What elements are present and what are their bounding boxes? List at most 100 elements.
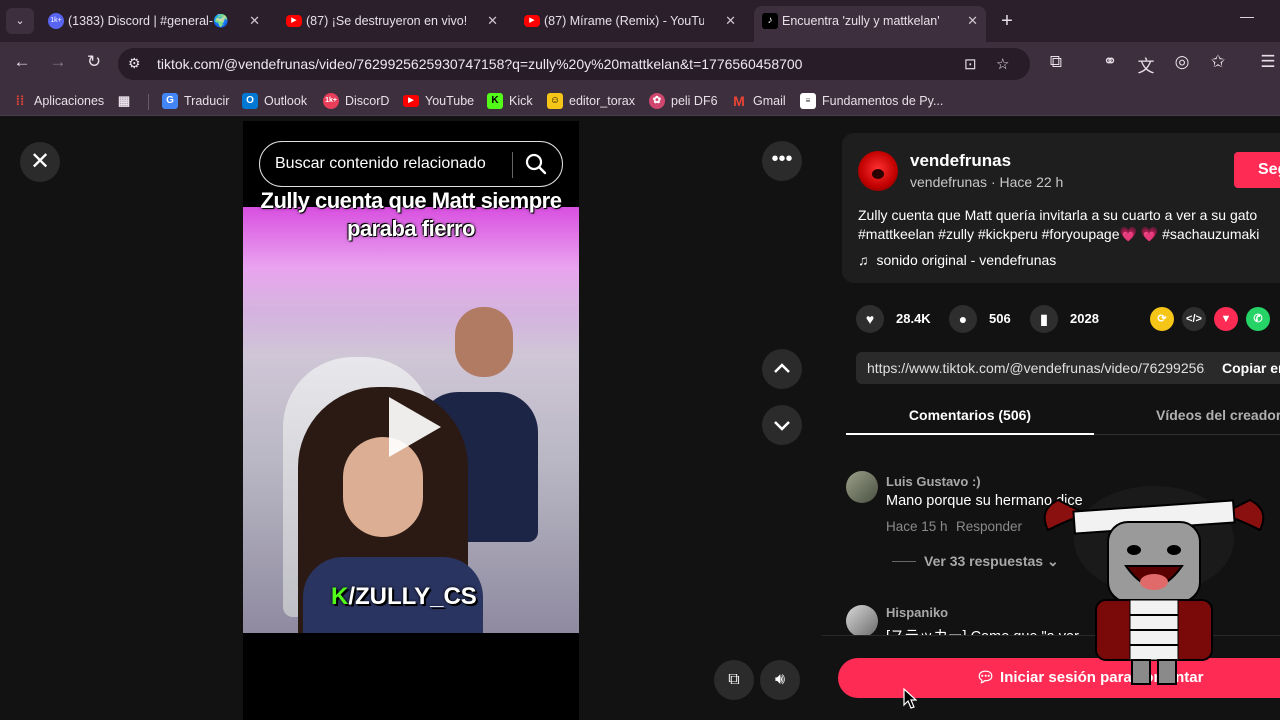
- browser-tab-tiktok-active[interactable]: ♪ Encuentra 'zully y mattkelan' en ✕: [754, 6, 986, 42]
- repost-icon[interactable]: ⟳: [1150, 307, 1174, 331]
- comments-tabs: Comentarios (506) Vídeos del creador: [846, 397, 1280, 435]
- kick-icon: K: [487, 93, 503, 109]
- close-tab-icon[interactable]: ✕: [249, 6, 260, 36]
- gmail-icon: M: [733, 93, 745, 109]
- video-player[interactable]: K/ZULLY_CS Zully cuenta que Matt siempre…: [243, 121, 579, 720]
- avatar[interactable]: [846, 471, 878, 503]
- share-link-text[interactable]: https://www.tiktok.com/@vendefrunas/vide…: [867, 360, 1205, 376]
- bookmark-traducir[interactable]: G Traducir: [162, 91, 229, 111]
- browser-tab-discord[interactable]: 1k+ (1383) Discord | #general-🌍 | R ✕: [40, 6, 268, 36]
- music-note-icon: ♫: [858, 252, 869, 268]
- install-app-icon[interactable]: ⊡: [964, 55, 977, 73]
- bookmark-youtube[interactable]: ▶ YouTube: [403, 91, 474, 111]
- new-tab-icon[interactable]: +: [996, 8, 1018, 34]
- video-frame: K/ZULLY_CS: [243, 207, 579, 633]
- comment-username[interactable]: Luis Gustavo :): [886, 474, 981, 489]
- address-bar[interactable]: ⚙ tiktok.com/@vendefrunas/video/76299256…: [118, 48, 1030, 80]
- bookmark-outlook[interactable]: O Outlook: [242, 91, 307, 111]
- bookmark-star-icon[interactable]: ☆: [996, 55, 1009, 73]
- apps-grid-icon: ⁞⁞: [15, 93, 25, 108]
- bookmark-editor-torax[interactable]: ☺ editor_torax: [547, 91, 635, 111]
- more-options-icon[interactable]: •••: [762, 141, 802, 181]
- bookmark-fundamentos[interactable]: ≡ Fundamentos de Py...: [800, 91, 943, 111]
- reply-button[interactable]: Responder: [956, 519, 1022, 534]
- forward-icon[interactable]: →: [46, 52, 70, 72]
- view-replies-button[interactable]: Ver 33 respuestas ⌄: [892, 553, 1059, 570]
- url-text[interactable]: tiktok.com/@vendefrunas/video/7629925625…: [157, 56, 802, 72]
- tab-title: (1383) Discord | #general-🌍 | R: [68, 14, 228, 28]
- editor-icon: ☺: [547, 93, 563, 109]
- bookmark-grid[interactable]: ▦: [116, 91, 132, 111]
- youtube-favicon-icon: ▶: [286, 15, 302, 27]
- tab-creator-videos[interactable]: Vídeos del creador: [1156, 397, 1280, 433]
- share-link-box: https://www.tiktok.com/@vendefrunas/vide…: [856, 352, 1280, 384]
- author-name[interactable]: vendefrunas: [910, 151, 1011, 171]
- volume-icon[interactable]: 🔊︎: [760, 660, 800, 700]
- site-info-icon[interactable]: ⚙: [128, 55, 141, 72]
- like-button[interactable]: ♥ 28.4K: [856, 305, 931, 333]
- comment-time: Hace 15 h: [886, 519, 948, 534]
- tiktok-favicon-icon: ♪: [762, 13, 778, 29]
- link-icon[interactable]: ⚭: [1098, 52, 1122, 72]
- copy-link-button[interactable]: Copiar enlace: [1222, 360, 1280, 376]
- bookmarks-bar: ⁞⁞ Aplicaciones ▦ G Traducir O Outlook 1…: [0, 86, 1280, 116]
- comment-icon: 💬︎: [976, 669, 996, 686]
- video-caption: Zully cuenta que Matt siempre paraba fie…: [260, 188, 562, 241]
- tab-title: (87) ¡Se destruyeron en vivo! St: [306, 14, 466, 28]
- play-icon[interactable]: [389, 397, 441, 457]
- music-link[interactable]: ♫ sonido original - vendefrunas: [858, 252, 1056, 268]
- heart-icon: ♥: [856, 305, 884, 333]
- previous-video-icon[interactable]: [762, 349, 802, 389]
- comment-icon: ●: [949, 305, 977, 333]
- bookmark-peli-df6[interactable]: ✿ peli DF6: [649, 91, 718, 111]
- comment-username[interactable]: Hispaniko: [886, 605, 948, 620]
- translate-icon[interactable]: 文: [1134, 52, 1158, 77]
- menu-icon[interactable]: ☰: [1256, 52, 1280, 72]
- close-tab-icon[interactable]: ✕: [725, 6, 736, 36]
- close-tab-icon[interactable]: ✕: [487, 6, 498, 36]
- save-button[interactable]: ▮ 2028: [1030, 305, 1099, 333]
- send-icon[interactable]: ▼: [1214, 307, 1238, 331]
- mascot-sticker-icon: [1043, 486, 1265, 685]
- bookmark-discord[interactable]: 1k+ DiscorD: [323, 91, 389, 111]
- avatar[interactable]: [846, 605, 878, 637]
- favorites-icon[interactable]: ✩: [1206, 52, 1230, 72]
- tab-comments[interactable]: Comentarios (506): [846, 397, 1094, 435]
- bookmark-divider: [148, 94, 149, 110]
- bookmark-aplicaciones[interactable]: ⁞⁞ Aplicaciones: [12, 91, 105, 111]
- youtube-favicon-icon: ▶: [524, 15, 540, 27]
- related-search-box[interactable]: Buscar contenido relacionado: [259, 141, 563, 187]
- lens-icon[interactable]: ◎: [1170, 52, 1194, 72]
- browser-tab-youtube-1[interactable]: ▶ (87) ¡Se destruyeron en vivo! St ✕: [278, 6, 506, 36]
- translate-icon: G: [162, 93, 178, 109]
- back-icon[interactable]: ←: [10, 52, 34, 72]
- browser-tab-bar: ⌄ 1k+ (1383) Discord | #general-🌍 | R ✕ …: [0, 0, 1280, 42]
- extensions-icon[interactable]: ⧉: [1044, 52, 1068, 72]
- floating-player-icon[interactable]: ⧉: [714, 660, 754, 700]
- minimize-icon[interactable]: —: [1240, 8, 1254, 24]
- comment-button[interactable]: ● 506: [949, 305, 1011, 333]
- related-search-input[interactable]: Buscar contenido relacionado: [275, 155, 486, 173]
- whatsapp-icon[interactable]: ✆: [1246, 307, 1270, 331]
- close-tab-icon[interactable]: ✕: [967, 6, 978, 36]
- discord-favicon-icon: 1k+: [48, 13, 64, 29]
- bookmark-icon: ▮: [1030, 305, 1058, 333]
- tab-title: (87) Mírame (Remix) - YouTube: [544, 14, 704, 28]
- bookmark-gmail[interactable]: M Gmail: [731, 91, 786, 111]
- close-icon[interactable]: ✕: [20, 142, 60, 182]
- tab-search-button[interactable]: ⌄: [6, 8, 34, 34]
- bookmark-kick[interactable]: K Kick: [487, 91, 533, 111]
- follow-button[interactable]: Seguir: [1234, 152, 1280, 188]
- hashtags[interactable]: #mattkeelan #zully #kickperu #foryoupage…: [858, 225, 1280, 244]
- embed-icon[interactable]: </>: [1182, 307, 1206, 331]
- video-watermark: K/ZULLY_CS: [331, 583, 477, 610]
- youtube-icon: ▶: [403, 95, 419, 107]
- doc-icon: ≡: [800, 93, 816, 109]
- search-icon[interactable]: [522, 150, 550, 178]
- next-video-icon[interactable]: [762, 405, 802, 445]
- browser-tab-youtube-2[interactable]: ▶ (87) Mírame (Remix) - YouTube ✕: [516, 6, 744, 36]
- author-avatar[interactable]: [858, 151, 898, 191]
- peli-icon: ✿: [649, 93, 665, 109]
- reload-icon[interactable]: ↻: [82, 52, 106, 72]
- browser-toolbar: ← → ↻ ⚙ tiktok.com/@vendefrunas/video/76…: [0, 42, 1280, 86]
